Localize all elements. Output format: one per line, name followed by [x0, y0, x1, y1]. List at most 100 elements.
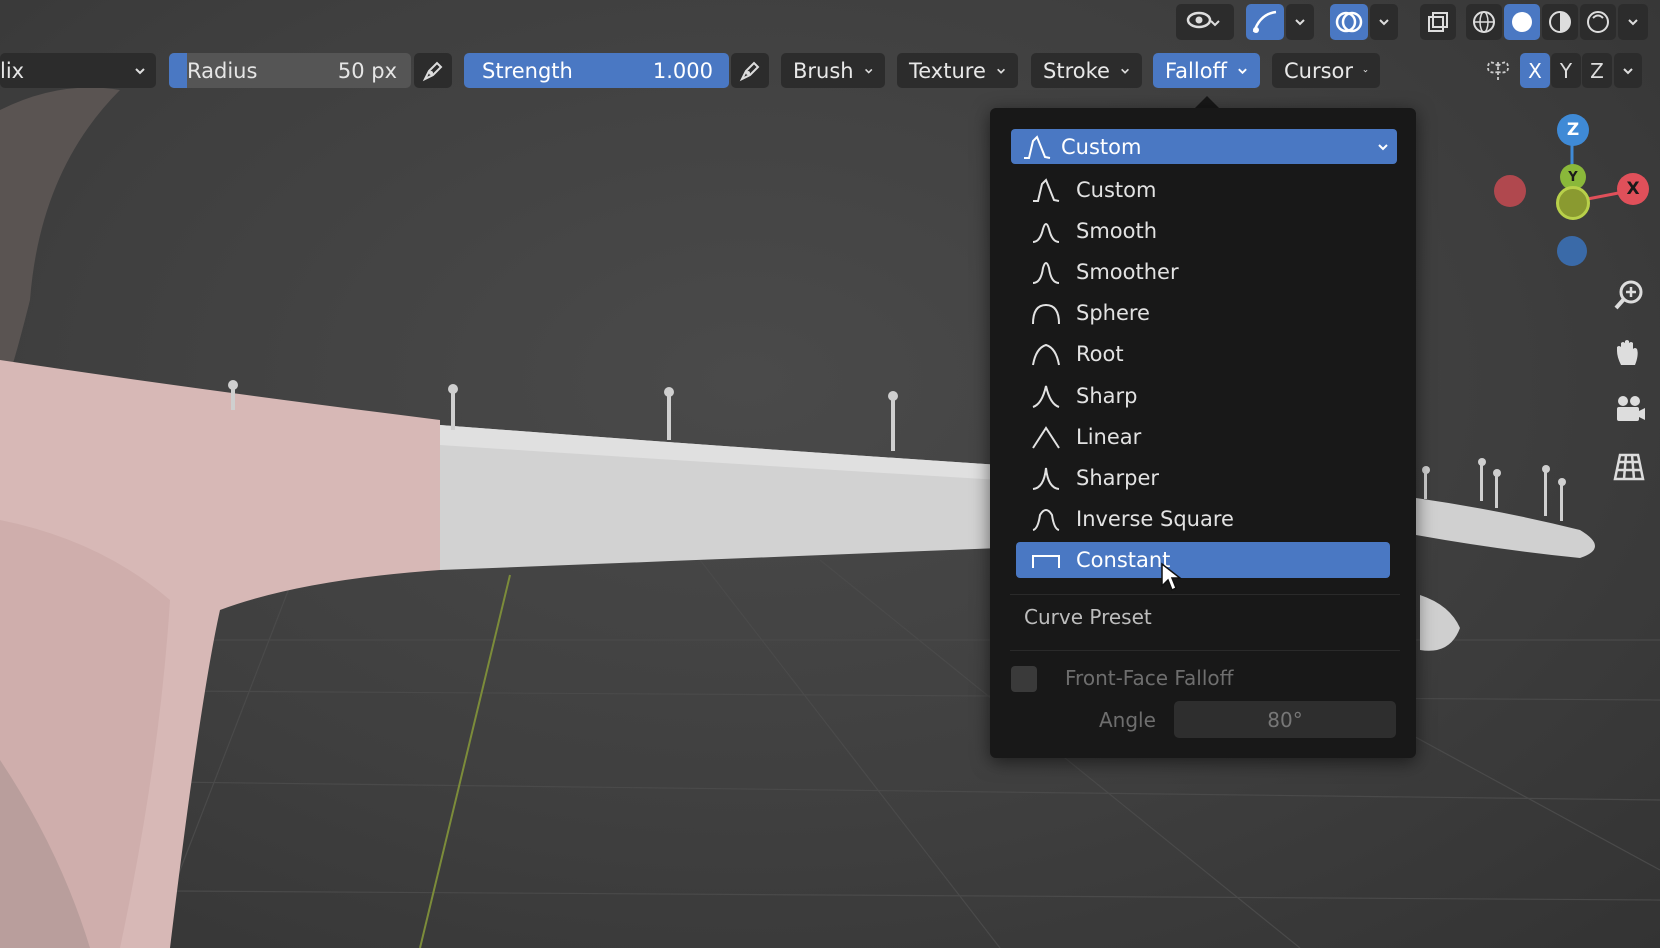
symmetry-x-toggle[interactable]: X: [1520, 53, 1550, 88]
gizmo-y-label: Y: [1568, 169, 1578, 185]
gizmo-z-axis[interactable]: Z: [1557, 114, 1589, 146]
strength-pressure-pen-icon[interactable]: [731, 53, 769, 88]
angle-field[interactable]: 80°: [1174, 701, 1396, 738]
sphere-curve-icon: [1032, 303, 1060, 325]
brush-menu[interactable]: Brush: [781, 53, 885, 88]
gizmo-negative-x-axis[interactable]: [1494, 175, 1526, 207]
mode-select[interactable]: lix: [0, 53, 156, 88]
strength-field[interactable]: Strength 1.000: [464, 53, 729, 88]
sharp-curve-icon: [1032, 385, 1060, 408]
falloff-option-label: Constant: [1076, 548, 1171, 572]
radius-slider-fill: [169, 53, 187, 88]
front-face-falloff-label: Front-Face Falloff: [1065, 666, 1234, 690]
camera-view-icon[interactable]: [1606, 386, 1652, 432]
falloff-option-smoother[interactable]: Smoother: [1016, 254, 1390, 290]
falloff-option-sphere[interactable]: Sphere: [1016, 295, 1390, 331]
dropdown-separator: [1010, 650, 1400, 651]
constant-curve-icon: [1032, 555, 1060, 568]
angle-value: 80°: [1267, 707, 1303, 732]
wireframe-shading-icon[interactable]: [1466, 4, 1502, 40]
gizmo-z-label: Z: [1566, 120, 1580, 140]
symmetry-z-label: Z: [1590, 58, 1604, 83]
radius-label: Radius: [187, 58, 258, 83]
inverse-square-curve-icon: [1032, 509, 1060, 531]
xray-toggle-icon[interactable]: [1420, 4, 1456, 40]
gizmo-toggle-icon[interactable]: [1246, 4, 1284, 40]
pan-hand-icon[interactable]: [1606, 330, 1652, 376]
texture-menu[interactable]: Texture: [897, 53, 1018, 88]
gizmo-x-label: X: [1626, 179, 1640, 199]
smooth-curve-icon: [1032, 223, 1060, 243]
chevron-down-icon: [1238, 68, 1247, 74]
front-face-falloff-checkbox[interactable]: [1011, 666, 1037, 692]
mode-select-label: lix: [0, 58, 25, 83]
chevron-down-icon: [864, 68, 872, 74]
falloff-option-label: Root: [1076, 342, 1124, 366]
gizmo-x-axis[interactable]: X: [1617, 173, 1649, 205]
mouse-cursor-icon: [1161, 562, 1182, 592]
dropdown-separator: [1010, 594, 1400, 595]
symmetry-y-toggle[interactable]: Y: [1551, 53, 1581, 88]
falloff-option-label: Smooth: [1076, 219, 1158, 243]
ortho-grid-icon[interactable]: [1606, 444, 1652, 490]
falloff-option-label: Sphere: [1076, 301, 1150, 325]
linear-curve-icon: [1032, 426, 1060, 449]
falloff-curve-select-label: Custom: [1061, 134, 1142, 159]
chevron-down-icon: [1378, 143, 1388, 150]
strength-label: Strength: [482, 58, 573, 83]
chevron-down-icon: [1363, 69, 1368, 72]
texture-menu-label: Texture: [909, 58, 986, 83]
radius-value: 50 px: [337, 58, 397, 83]
falloff-option-root[interactable]: Root: [1016, 336, 1390, 372]
root-curve-icon: [1032, 343, 1060, 366]
gizmo-dropdown-chevron-icon[interactable]: [1286, 4, 1314, 40]
falloff-option-linear[interactable]: Linear: [1016, 419, 1390, 455]
chevron-down-icon: [135, 67, 145, 74]
falloff-option-sharper[interactable]: Sharper: [1016, 460, 1390, 496]
custom-curve-icon: [1024, 134, 1051, 159]
cursor-menu-label: Cursor: [1284, 58, 1354, 83]
falloff-option-label: Smoother: [1076, 260, 1179, 284]
solid-shading-icon[interactable]: [1504, 4, 1540, 40]
sharper-curve-icon: [1032, 467, 1060, 490]
strength-value: 1.000: [652, 58, 713, 83]
gizmo-negative-z-axis[interactable]: [1557, 236, 1587, 266]
falloff-curve-select[interactable]: Custom: [1011, 129, 1397, 164]
stroke-menu[interactable]: Stroke: [1031, 53, 1142, 88]
radius-field[interactable]: Radius 50 px: [169, 53, 411, 88]
falloff-menu-label: Falloff: [1165, 58, 1228, 83]
smoother-curve-icon: [1032, 262, 1060, 284]
chevron-down-icon: [1121, 68, 1129, 74]
falloff-option-label: Linear: [1076, 425, 1142, 449]
overlays-dropdown-chevron-icon[interactable]: [1370, 4, 1398, 40]
falloff-option-custom[interactable]: Custom: [1016, 172, 1390, 208]
falloff-option-label: Sharp: [1076, 384, 1138, 408]
zoom-icon[interactable]: [1606, 272, 1652, 318]
falloff-option-constant[interactable]: Constant: [1016, 542, 1390, 578]
symmetry-butterfly-icon: [1482, 53, 1514, 88]
cursor-menu[interactable]: Cursor: [1272, 53, 1380, 88]
curve-preset-label: Curve Preset: [1024, 605, 1152, 629]
custom-curve-icon: [1033, 178, 1060, 202]
angle-label: Angle: [1099, 708, 1156, 732]
falloff-option-smooth[interactable]: Smooth: [1016, 213, 1390, 249]
visibility-eye-icon[interactable]: [1176, 4, 1234, 40]
rendered-shading-icon[interactable]: [1580, 4, 1616, 40]
overlays-toggle-icon[interactable]: [1330, 4, 1368, 40]
gizmo-center: [1556, 186, 1590, 220]
falloff-option-sharp[interactable]: Sharp: [1016, 378, 1390, 414]
symmetry-z-toggle[interactable]: Z: [1582, 53, 1612, 88]
symmetry-y-label: Y: [1559, 58, 1573, 83]
falloff-menu[interactable]: Falloff: [1153, 53, 1260, 88]
falloff-option-inverse-square[interactable]: Inverse Square: [1016, 501, 1390, 537]
falloff-option-label: Custom: [1076, 178, 1157, 202]
radius-pressure-pen-icon[interactable]: [414, 53, 452, 88]
falloff-option-label: Inverse Square: [1076, 507, 1234, 531]
shading-dropdown-chevron-icon[interactable]: [1618, 4, 1648, 40]
material-preview-shading-icon[interactable]: [1542, 4, 1578, 40]
chevron-down-icon: [996, 68, 1005, 74]
symmetry-x-label: X: [1528, 58, 1542, 83]
symmetry-options-chevron-icon[interactable]: [1614, 53, 1642, 88]
brush-menu-label: Brush: [793, 58, 854, 83]
stroke-menu-label: Stroke: [1043, 58, 1110, 83]
